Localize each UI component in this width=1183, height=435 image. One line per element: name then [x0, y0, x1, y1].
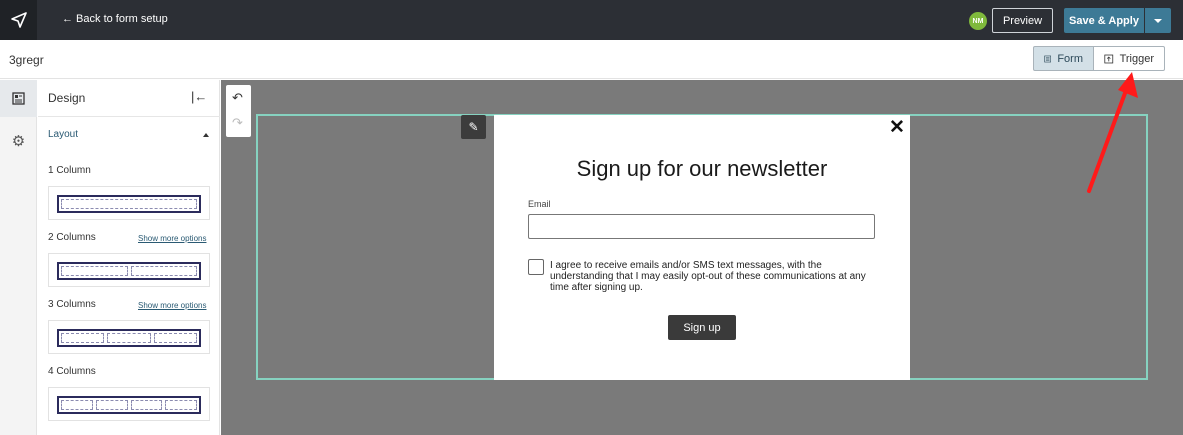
layout-option-1-column[interactable]	[48, 186, 210, 220]
send-icon[interactable]	[0, 0, 37, 40]
user-avatar[interactable]: NM	[969, 12, 987, 30]
email-field[interactable]	[528, 214, 875, 239]
layout-label-2: 2 Columns	[48, 232, 96, 243]
design-tab[interactable]	[0, 80, 37, 117]
form-icon	[1044, 55, 1052, 62]
undo-icon[interactable]: ↶	[232, 90, 243, 106]
layout-option-3-columns[interactable]	[48, 320, 210, 354]
popup-heading: Sign up for our newsletter	[576, 156, 828, 181]
close-icon[interactable]: ✕	[889, 116, 905, 139]
consent-checkbox[interactable]	[528, 259, 544, 275]
caret-up-icon[interactable]	[203, 133, 209, 137]
design-panel-header: Design |←	[38, 80, 220, 117]
show-more-options-link-3[interactable]: Show more options	[138, 301, 206, 310]
redo-icon[interactable]: ↷	[232, 115, 243, 131]
show-more-options-link-2[interactable]: Show more options	[138, 234, 206, 243]
consent-text: I agree to receive emails and/or SMS tex…	[550, 260, 866, 293]
edit-pencil-icon[interactable]: ✎	[461, 115, 486, 139]
layout-icon	[12, 92, 25, 105]
layout-section-toggle[interactable]: Layout	[48, 129, 78, 140]
settings-tab[interactable]: ⚙	[0, 122, 37, 159]
gear-icon: ⚙	[11, 132, 26, 150]
layout-option-4-columns[interactable]	[48, 387, 210, 421]
form-name: 3gregr	[9, 53, 44, 67]
history-controls: ↶ ↷	[226, 85, 251, 137]
chevron-down-icon	[1154, 18, 1162, 23]
annotation-arrow	[1087, 72, 1138, 193]
save-apply-button[interactable]: Save & Apply	[1064, 8, 1144, 33]
sign-up-button[interactable]: Sign up	[668, 315, 736, 340]
save-options-dropdown[interactable]	[1145, 8, 1171, 33]
back-to-form-setup-link[interactable]: ← Back to form setup	[62, 13, 168, 25]
newsletter-popup[interactable]: ✕ Sign up for our newsletter Email I agr…	[494, 115, 910, 380]
form-header: 3gregr Form Trigger	[0, 40, 1183, 79]
left-icon-rail: ⚙	[0, 80, 37, 435]
layout-label-1: 1 Column	[48, 165, 91, 176]
design-panel-title: Design	[48, 91, 86, 105]
layout-option-2-columns[interactable]	[48, 253, 210, 287]
collapse-panel-icon[interactable]: |←	[191, 89, 207, 104]
email-label: Email	[528, 199, 551, 209]
design-panel: Design |← Layout 1 Column 2 Columns Show…	[38, 80, 220, 435]
top-bar: ← Back to form setup NM Preview Save & A…	[0, 0, 1183, 40]
layout-label-3: 3 Columns	[48, 299, 96, 310]
preview-button[interactable]: Preview	[992, 8, 1053, 33]
layout-label-4: 4 Columns	[48, 366, 96, 377]
